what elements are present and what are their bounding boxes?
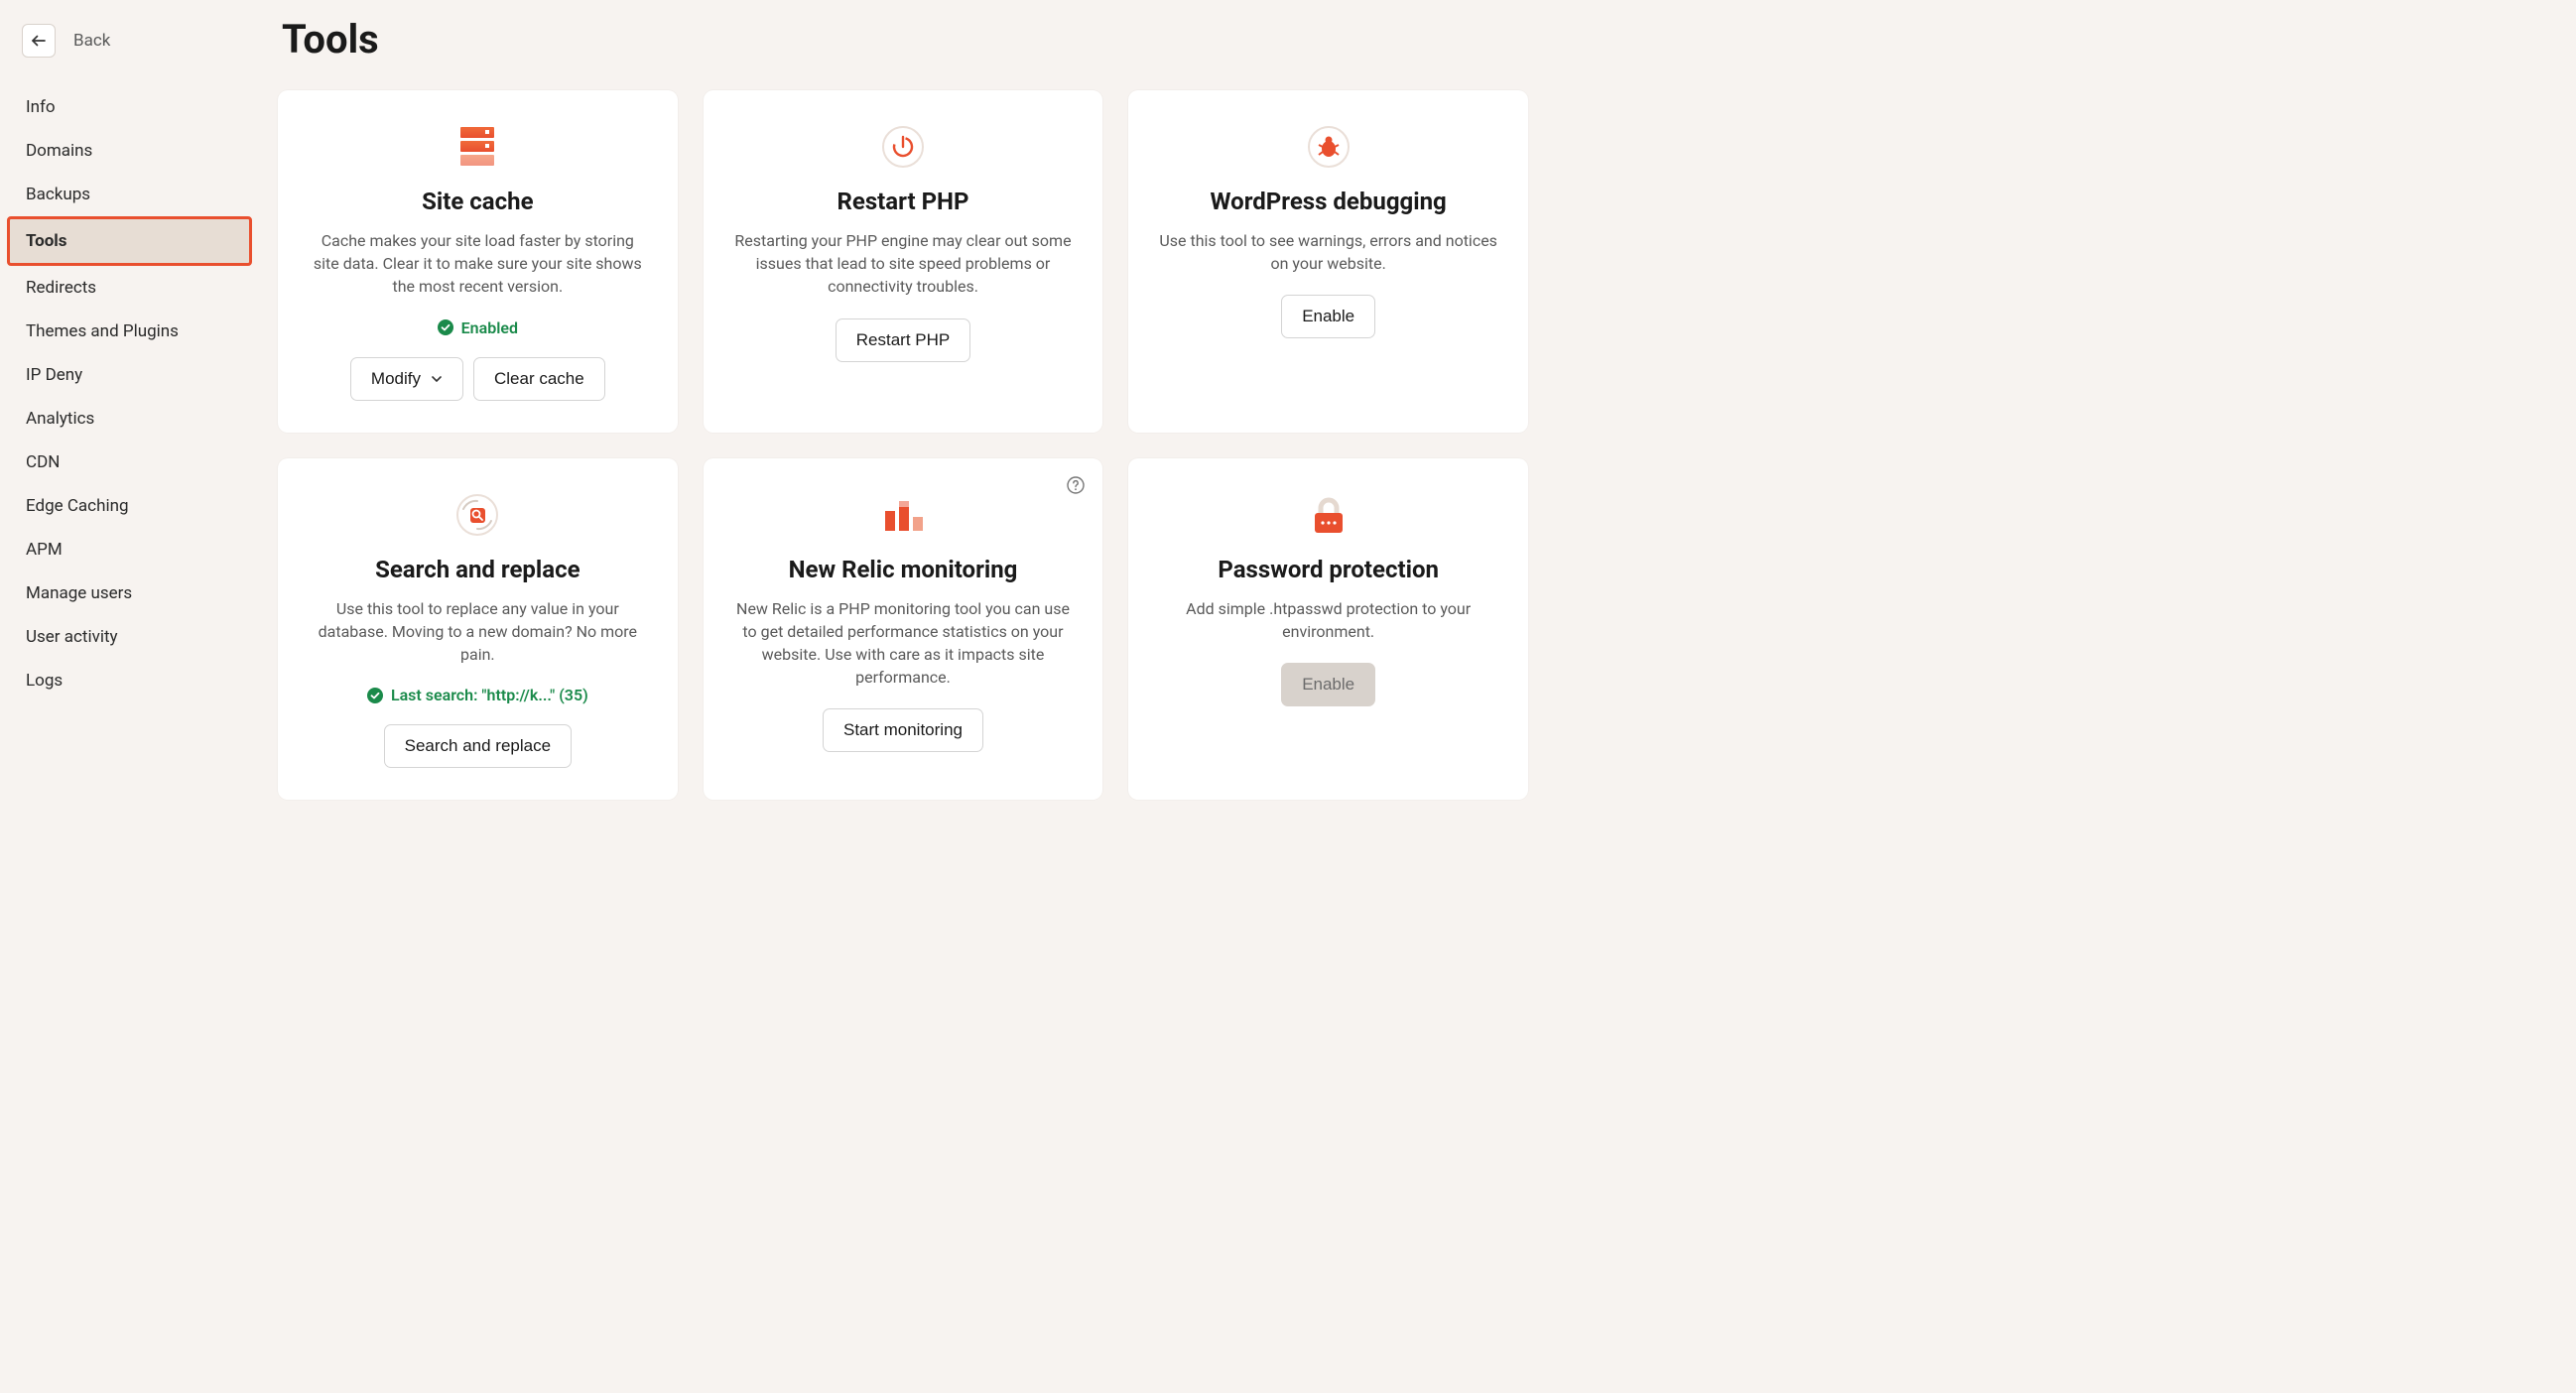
card-title: New Relic monitoring xyxy=(733,556,1074,583)
check-circle-icon xyxy=(438,319,453,335)
server-stack-icon xyxy=(308,124,648,170)
enable-password-button[interactable]: Enable xyxy=(1281,663,1375,706)
sidebar-item-tools[interactable]: Tools xyxy=(7,216,252,266)
status-enabled: Enabled xyxy=(308,318,648,337)
search-replace-button[interactable]: Search and replace xyxy=(384,724,572,768)
restart-php-button[interactable]: Restart PHP xyxy=(836,318,970,362)
chevron-down-icon xyxy=(431,373,443,385)
card-title: Restart PHP xyxy=(733,188,1074,215)
status-last-search: Last search: "http://k..." (35) xyxy=(308,686,648,704)
card-desc: Use this tool to see warnings, errors an… xyxy=(1158,229,1498,275)
main-content: Tools Site cache Cache makes your site l… xyxy=(258,0,1548,1393)
card-title: WordPress debugging xyxy=(1158,188,1498,215)
card-desc: Cache makes your site load faster by sto… xyxy=(308,229,648,299)
card-title: Password protection xyxy=(1158,556,1498,583)
sidebar-nav: Info Domains Backups Tools Redirects The… xyxy=(10,85,258,702)
bar-chart-icon xyxy=(733,492,1074,538)
modify-label: Modify xyxy=(371,369,421,389)
sidebar-item-analytics[interactable]: Analytics xyxy=(10,397,258,441)
status-text: Last search: "http://k..." (35) xyxy=(391,686,588,704)
card-title: Search and replace xyxy=(308,556,648,583)
sidebar-item-apm[interactable]: APM xyxy=(10,528,258,571)
sidebar-item-domains[interactable]: Domains xyxy=(10,129,258,173)
sidebar-item-themes-and-plugins[interactable]: Themes and Plugins xyxy=(10,310,258,353)
card-new-relic: New Relic monitoring New Relic is a PHP … xyxy=(704,458,1103,801)
status-text: Enabled xyxy=(461,318,518,337)
sidebar-item-info[interactable]: Info xyxy=(10,85,258,129)
card-desc: Use this tool to replace any value in yo… xyxy=(308,597,648,667)
sidebar-item-logs[interactable]: Logs xyxy=(10,659,258,702)
power-circle-icon xyxy=(733,124,1074,170)
card-title: Site cache xyxy=(308,188,648,215)
search-replace-icon xyxy=(308,492,648,538)
sidebar-item-edge-caching[interactable]: Edge Caching xyxy=(10,484,258,528)
back-label: Back xyxy=(73,31,110,51)
sidebar: Back Info Domains Backups Tools Redirect… xyxy=(0,0,258,1393)
arrow-left-icon xyxy=(30,32,48,50)
card-site-cache: Site cache Cache makes your site load fa… xyxy=(278,90,678,433)
card-restart-php: Restart PHP Restarting your PHP engine m… xyxy=(704,90,1103,433)
back-button[interactable] xyxy=(22,24,56,58)
sidebar-item-manage-users[interactable]: Manage users xyxy=(10,571,258,615)
page-title: Tools xyxy=(282,16,1528,63)
check-circle-icon xyxy=(367,688,383,703)
card-desc: Restarting your PHP engine may clear out… xyxy=(733,229,1074,299)
card-password-protection: Password protection Add simple .htpasswd… xyxy=(1128,458,1528,801)
card-search-replace: Search and replace Use this tool to repl… xyxy=(278,458,678,801)
lock-icon xyxy=(1158,492,1498,538)
clear-cache-button[interactable]: Clear cache xyxy=(473,357,605,401)
help-icon[interactable] xyxy=(1067,476,1085,494)
enable-debugging-button[interactable]: Enable xyxy=(1281,295,1375,338)
tools-grid: Site cache Cache makes your site load fa… xyxy=(278,90,1528,800)
sidebar-item-ip-deny[interactable]: IP Deny xyxy=(10,353,258,397)
card-wordpress-debugging: WordPress debugging Use this tool to see… xyxy=(1128,90,1528,433)
bug-circle-icon xyxy=(1158,124,1498,170)
sidebar-item-user-activity[interactable]: User activity xyxy=(10,615,258,659)
modify-button[interactable]: Modify xyxy=(350,357,463,401)
start-monitoring-button[interactable]: Start monitoring xyxy=(823,708,983,752)
card-desc: New Relic is a PHP monitoring tool you c… xyxy=(733,597,1074,690)
sidebar-item-cdn[interactable]: CDN xyxy=(10,441,258,484)
sidebar-item-redirects[interactable]: Redirects xyxy=(10,266,258,310)
sidebar-item-backups[interactable]: Backups xyxy=(10,173,258,216)
card-desc: Add simple .htpasswd protection to your … xyxy=(1158,597,1498,643)
